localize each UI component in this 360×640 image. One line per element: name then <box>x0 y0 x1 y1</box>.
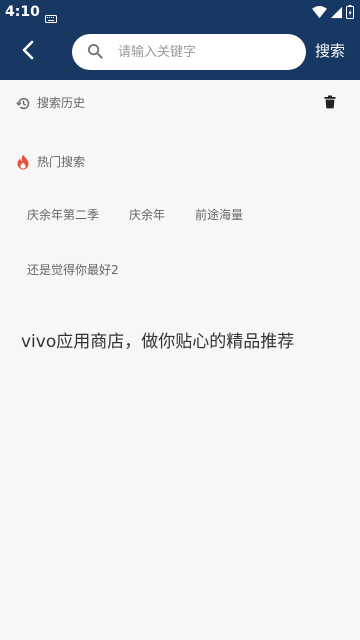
status-bar: 4:10 <box>0 0 360 24</box>
app-bar: 搜索 <box>0 24 360 80</box>
arrow-back-icon <box>21 40 35 64</box>
hot-tag[interactable]: 庆余年 <box>129 207 165 223</box>
battery-icon <box>346 4 354 23</box>
hot-search-title: 热门搜索 <box>37 155 86 169</box>
hot-tag[interactable]: 庆余年第二季 <box>27 207 99 223</box>
signal-icon <box>330 4 343 23</box>
history-title: 搜索历史 <box>37 96 86 110</box>
slogan-text: vivo应用商店，做你贴心的精品推荐 <box>21 332 295 352</box>
search-icon <box>87 43 104 64</box>
wifi-icon <box>312 4 327 23</box>
search-button[interactable]: 搜索 <box>315 41 345 61</box>
search-box[interactable] <box>72 34 306 70</box>
history-icon <box>16 96 31 115</box>
status-time: 4:10 <box>5 4 40 20</box>
hot-tag[interactable]: 还是觉得你最好2 <box>27 262 119 278</box>
fire-icon <box>16 154 30 174</box>
hot-search-section: 热门搜索 <box>16 152 344 174</box>
search-history-section: 搜索历史 <box>16 93 344 115</box>
back-button[interactable] <box>10 36 46 68</box>
trash-icon[interactable] <box>324 94 336 113</box>
search-input[interactable] <box>118 40 298 64</box>
hot-tag[interactable]: 前途海量 <box>195 207 243 223</box>
